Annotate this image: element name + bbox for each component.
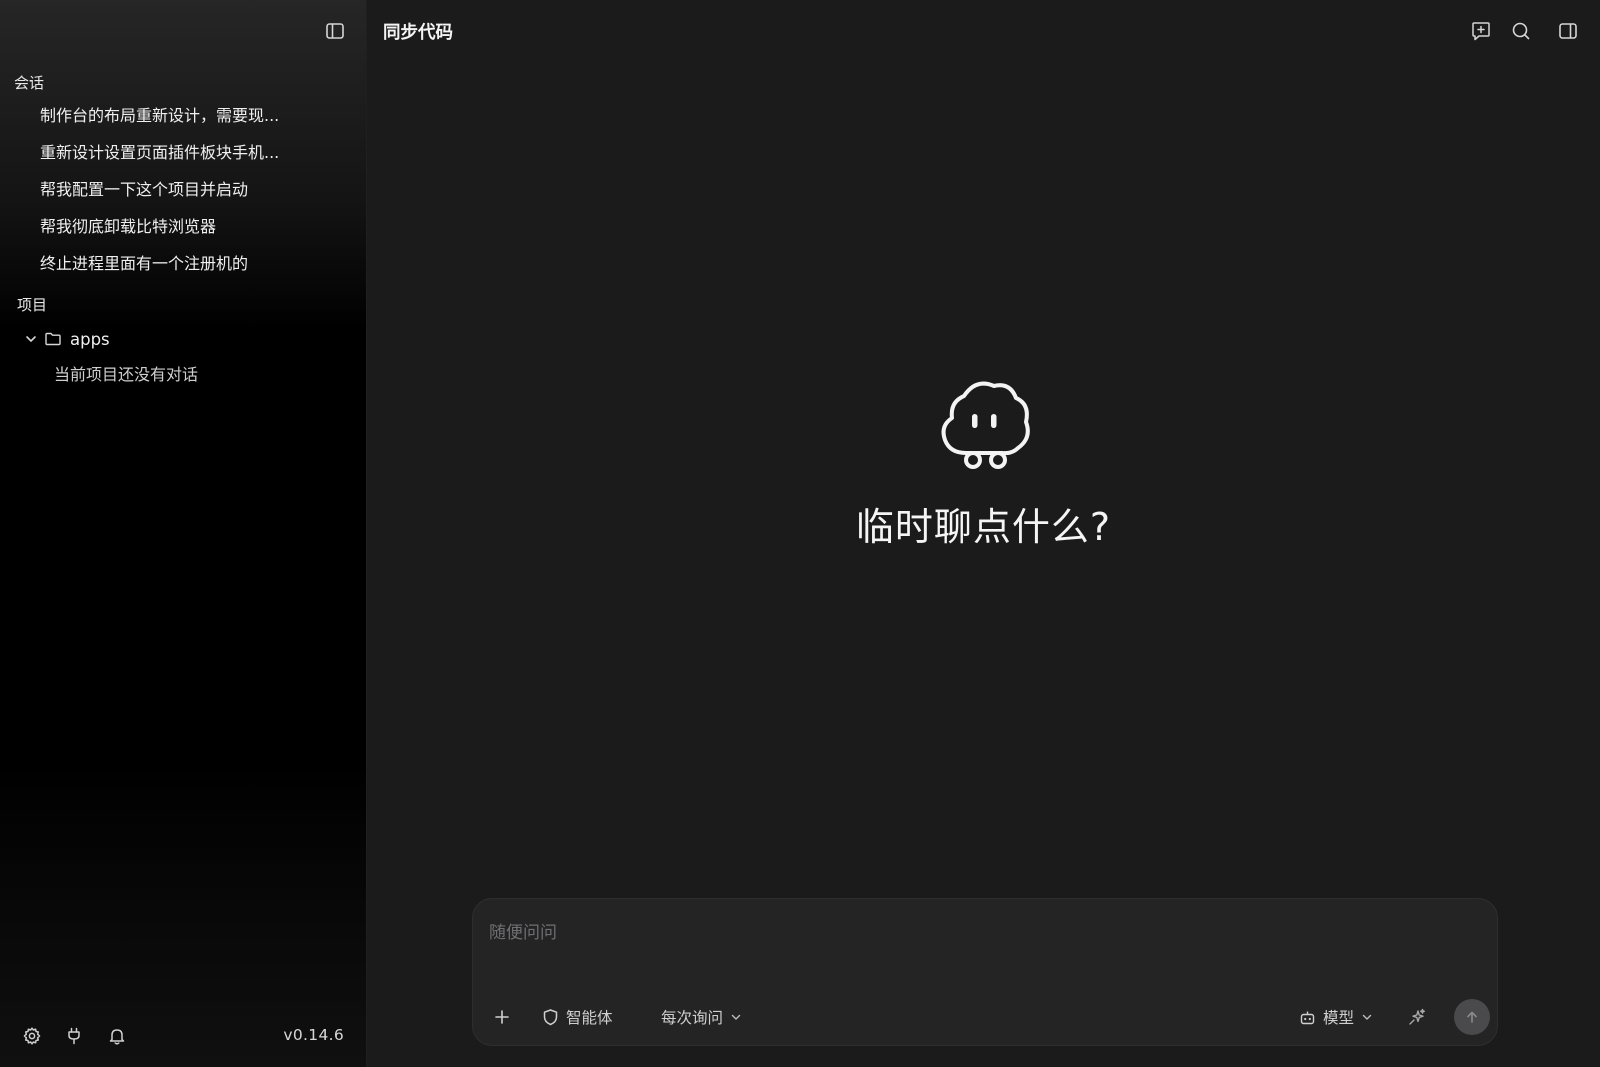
permission-label: 每次询问 bbox=[661, 1009, 724, 1027]
sidebar: 会话 制作台的布局重新设计，需要现... 重新设计设置页面插件板块手机... 帮… bbox=[0, 0, 367, 1067]
plug-icon bbox=[68, 1027, 80, 1045]
chat-input[interactable] bbox=[489, 913, 1469, 953]
project-name: apps bbox=[70, 329, 110, 349]
gear-icon bbox=[23, 1027, 41, 1045]
robot-icon bbox=[1300, 1011, 1315, 1024]
enhance-prompt-button[interactable] bbox=[1407, 1002, 1427, 1032]
project-empty-text: 当前项目还没有对话 bbox=[54, 365, 199, 384]
page-title: 同步代码 bbox=[383, 23, 453, 43]
bell-icon bbox=[109, 1029, 125, 1045]
version-label: v0.14.6 bbox=[283, 1026, 344, 1044]
main-panel: 同步代码 临时聊点什么? 随便问问 智能体 每次询问 模型 bbox=[367, 0, 1600, 1067]
folder-icon bbox=[45, 332, 61, 346]
arrow-up-icon bbox=[1467, 1011, 1477, 1023]
projects-heading: 项目 bbox=[17, 296, 48, 314]
conversation-item[interactable]: 终止进程里面有一个注册机的 bbox=[40, 249, 340, 279]
right-panel-toggle-button[interactable] bbox=[1555, 18, 1581, 44]
permission-select[interactable]: 每次询问 bbox=[661, 1002, 742, 1032]
app-window: 会话 制作台的布局重新设计，需要现... 重新设计设置页面插件板块手机... 帮… bbox=[0, 0, 1600, 1067]
shield-icon bbox=[543, 1009, 558, 1026]
settings-button[interactable] bbox=[20, 1024, 44, 1048]
conversation-item[interactable]: 重新设计设置页面插件板块手机... bbox=[40, 138, 340, 168]
model-select[interactable]: 模型 bbox=[1299, 1002, 1373, 1032]
chat-composer: 智能体 每次询问 模型 bbox=[472, 898, 1498, 1046]
conversation-item[interactable]: 制作台的布局重新设计，需要现... bbox=[40, 101, 340, 131]
sparkle-icon bbox=[1409, 1008, 1425, 1025]
model-label: 模型 bbox=[1323, 1009, 1355, 1027]
send-button[interactable] bbox=[1454, 999, 1490, 1035]
new-chat-icon bbox=[1472, 22, 1490, 41]
agent-label: 智能体 bbox=[566, 1009, 613, 1027]
conversations-heading: 会话 bbox=[14, 74, 45, 92]
project-folder-apps[interactable]: apps bbox=[24, 324, 110, 354]
search-button[interactable] bbox=[1508, 18, 1534, 44]
empty-state: 临时聊点什么? bbox=[367, 378, 1600, 551]
conversation-item[interactable]: 帮我配置一下这个项目并启动 bbox=[40, 175, 340, 205]
chevron-down-icon bbox=[1362, 1014, 1372, 1020]
right-panel-icon bbox=[1559, 23, 1577, 39]
cloud-mascot-icon bbox=[941, 381, 1030, 469]
sidebar-left-icon bbox=[326, 23, 344, 39]
plugins-button[interactable] bbox=[62, 1024, 86, 1048]
add-attachment-button[interactable] bbox=[493, 1002, 511, 1032]
search-icon bbox=[1512, 22, 1530, 40]
new-chat-button[interactable] bbox=[1468, 18, 1494, 44]
agent-button[interactable]: 智能体 bbox=[542, 1002, 613, 1032]
plus-icon bbox=[495, 1010, 509, 1024]
chevron-down-icon[interactable] bbox=[24, 332, 38, 346]
conversation-item[interactable]: 帮我彻底卸载比特浏览器 bbox=[40, 212, 340, 242]
sidebar-toggle-button[interactable] bbox=[322, 18, 348, 44]
empty-state-heading: 临时聊点什么? bbox=[855, 505, 1112, 549]
chevron-down-icon bbox=[731, 1014, 741, 1020]
notifications-button[interactable] bbox=[105, 1024, 129, 1048]
